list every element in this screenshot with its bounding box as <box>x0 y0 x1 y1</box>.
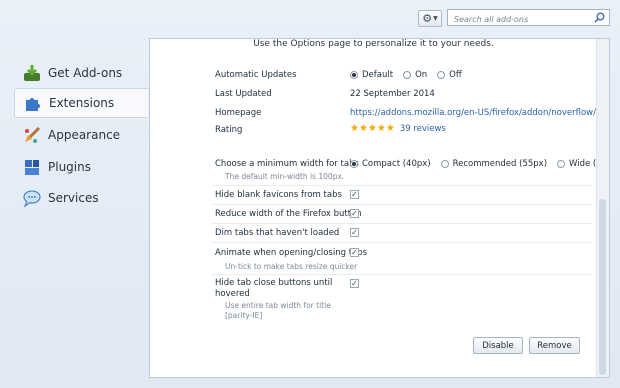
sidebar-item-appearance[interactable]: Appearance <box>14 120 148 150</box>
sidebar-item-label: Extensions <box>49 96 115 110</box>
min-width-wide-radio[interactable]: Wide (70px) <box>557 159 597 169</box>
reduce-firefox-button-checkbox[interactable]: ✓ <box>350 209 359 218</box>
search-icon[interactable] <box>594 12 605 26</box>
rating-value: ★★★★★ 39 reviews <box>350 123 446 134</box>
remove-button[interactable]: Remove <box>529 337 580 354</box>
chevron-down-icon: ▼ <box>433 15 438 22</box>
reduce-firefox-button-label: Reduce width of the Firefox button <box>215 209 362 219</box>
addon-details-panel: Use the Options page to personalize it t… <box>149 38 610 378</box>
hide-close-buttons-label-line2: hovered <box>215 289 250 299</box>
search-input[interactable] <box>452 11 591 27</box>
divider <box>212 242 592 243</box>
plugin-blocks-icon <box>20 157 44 177</box>
dim-tabs-checkbox[interactable]: ✓ <box>350 228 359 237</box>
sidebar-item-label: Services <box>48 191 99 205</box>
sidebar-item-label: Appearance <box>48 128 121 142</box>
homepage-link[interactable]: https://addons.mozilla.org/en-US/firefox… <box>350 108 596 118</box>
radio-icon <box>350 160 358 168</box>
animate-tabs-label: Animate when opening/closing tabs <box>215 248 368 258</box>
radio-icon <box>403 71 412 79</box>
sidebar-item-label: Get Add-ons <box>48 66 123 80</box>
radio-icon <box>440 160 449 168</box>
panel-scrollbar[interactable] <box>596 39 609 377</box>
update-off-radio[interactable]: Off <box>437 70 462 80</box>
rating-label: Rating <box>215 125 243 135</box>
animate-tabs-hint: Un-tick to make tabs resize quicker <box>225 262 358 271</box>
sidebar-item-label: Plugins <box>48 160 91 174</box>
sidebar-item-get-addons[interactable]: Get Add-ons <box>14 58 148 88</box>
min-width-label: Choose a minimum width for tabs <box>215 159 359 169</box>
sidebar-item-services[interactable]: Services <box>14 183 148 213</box>
rating-stars-icon: ★★★★★ <box>350 123 395 134</box>
addon-description: Use the Options page to personalize it t… <box>253 39 494 49</box>
dim-tabs-label: Dim tabs that haven't loaded <box>215 228 340 238</box>
animate-tabs-checkbox[interactable]: ✓ <box>350 248 359 257</box>
min-width-hint: The default min-width is 100px. <box>225 172 345 181</box>
puzzle-icon <box>21 93 45 113</box>
gear-icon: ⚙ <box>422 12 433 25</box>
min-width-options: Compact (40px) Recommended (55px) Wide (… <box>350 159 597 169</box>
get-addons-icon <box>20 63 44 83</box>
automatic-updates-options: Default On Off <box>350 70 472 80</box>
paintbrush-icon <box>20 125 44 145</box>
divider <box>212 223 592 224</box>
hide-favicons-label: Hide blank favicons from tabs <box>215 190 342 200</box>
last-updated-value: 22 September 2014 <box>350 89 435 99</box>
hide-close-buttons-hint-line1: Use entire tab width for title <box>225 301 331 310</box>
hide-favicons-checkbox[interactable]: ✓ <box>350 190 359 199</box>
sidebar-item-plugins[interactable]: Plugins <box>14 152 148 182</box>
disable-button[interactable]: Disable <box>473 337 523 354</box>
divider <box>212 204 592 205</box>
automatic-updates-label: Automatic Updates <box>215 70 297 80</box>
speech-bubble-icon <box>20 188 44 208</box>
scrollbar-thumb[interactable] <box>599 199 606 375</box>
radio-icon <box>350 71 358 79</box>
radio-icon <box>557 160 566 168</box>
min-width-compact-radio[interactable]: Compact (40px) <box>350 159 431 169</box>
radio-icon <box>437 71 446 79</box>
reviews-link[interactable]: 39 reviews <box>400 124 446 134</box>
divider <box>212 185 592 186</box>
hide-close-buttons-label-line1: Hide tab close buttons until <box>215 278 333 288</box>
last-updated-label: Last Updated <box>215 89 272 99</box>
update-on-radio[interactable]: On <box>403 70 427 80</box>
min-width-recommended-radio[interactable]: Recommended (55px) <box>440 159 547 169</box>
hide-close-buttons-hint-line2: [parity-IE] <box>225 311 263 320</box>
search-box[interactable] <box>447 9 610 27</box>
tools-menu-button[interactable]: ⚙ ▼ <box>418 10 442 27</box>
homepage-label: Homepage <box>215 108 262 118</box>
update-default-radio[interactable]: Default <box>350 70 393 80</box>
divider <box>212 274 592 275</box>
hide-close-buttons-checkbox[interactable]: ✓ <box>350 279 359 288</box>
sidebar-item-extensions[interactable]: Extensions <box>14 88 148 118</box>
